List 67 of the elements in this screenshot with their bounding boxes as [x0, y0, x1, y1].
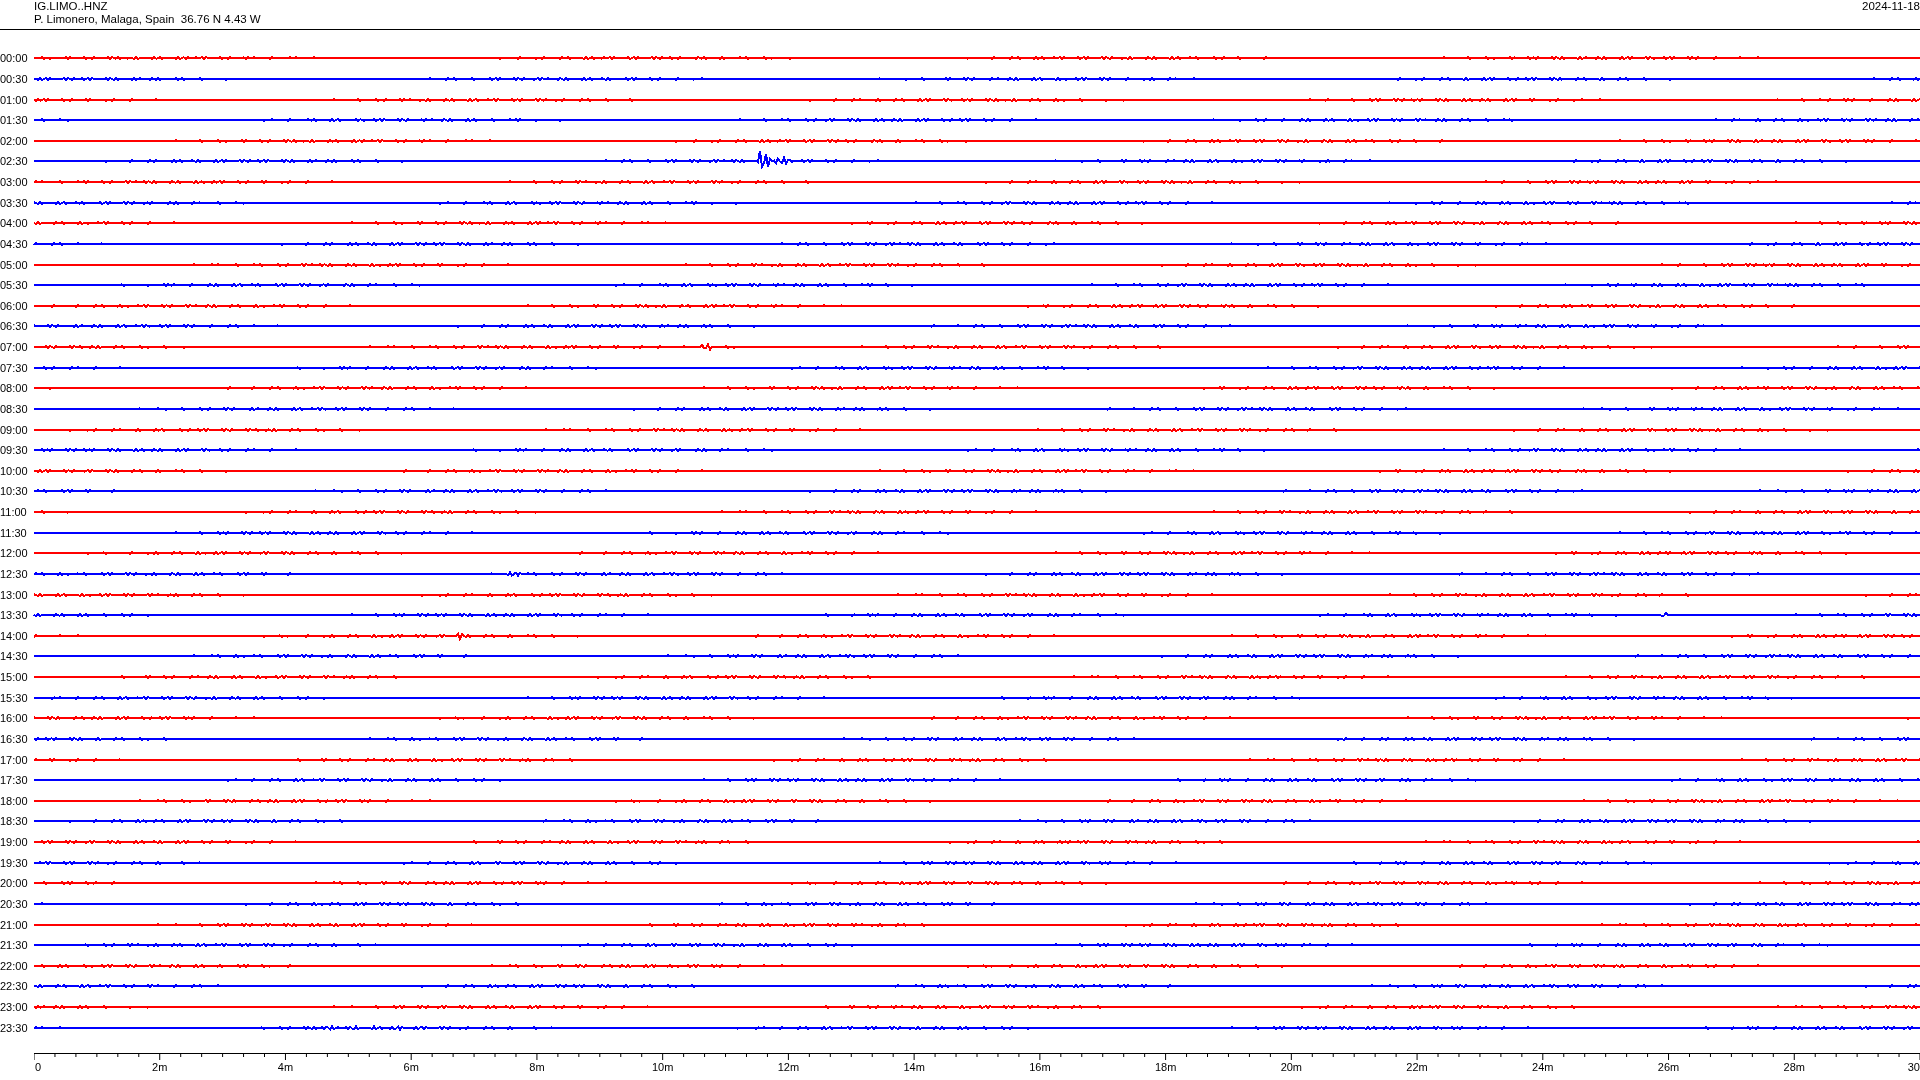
time-label: 15:30	[0, 691, 29, 704]
station-location: P. Limonero, Malaga, Spain 36.76 N 4.43 W	[34, 13, 261, 26]
time-label: 23:30	[0, 1021, 29, 1034]
axis-label: 18m	[1154, 1061, 1177, 1073]
axis-label: 14m	[903, 1061, 925, 1073]
axis-label: 20m	[1280, 1061, 1303, 1073]
time-label: 02:30	[0, 155, 29, 168]
time-label: 15:00	[0, 671, 29, 684]
time-label: 04:00	[0, 217, 29, 230]
time-label: 22:00	[0, 959, 29, 972]
axis-label: 16m	[1029, 1061, 1051, 1073]
time-label: 09:30	[0, 444, 29, 457]
time-label: 09:00	[0, 423, 29, 436]
axis-label: 30	[1907, 1061, 1920, 1073]
time-label: 10:30	[0, 485, 29, 498]
time-label: 03:00	[0, 176, 29, 189]
time-label: 18:30	[0, 815, 29, 828]
axis-label: 4m	[277, 1061, 294, 1073]
time-label: 23:00	[0, 1001, 29, 1014]
axis-label: 12m	[777, 1061, 800, 1073]
time-label: 01:00	[0, 93, 29, 106]
axis-label: 26m	[1657, 1061, 1680, 1073]
time-label: 05:00	[0, 258, 29, 271]
time-label: 00:00	[0, 52, 29, 65]
axis-label: 6m	[403, 1061, 419, 1073]
time-label: 17:00	[0, 753, 29, 766]
time-label: 07:00	[0, 341, 29, 354]
time-label: 06:30	[0, 320, 29, 333]
axis-label: 24m	[1532, 1061, 1554, 1073]
axis-label: 10m	[651, 1061, 674, 1073]
time-label: 20:00	[0, 877, 29, 890]
time-label: 19:00	[0, 836, 29, 849]
time-label: 17:30	[0, 774, 29, 787]
time-label: 10:00	[0, 464, 29, 477]
time-label: 05:30	[0, 279, 29, 292]
date-label: 2024-11-18	[1862, 0, 1920, 13]
time-label: 02:00	[0, 134, 29, 147]
time-label: 21:30	[0, 939, 29, 952]
time-label: 00:30	[0, 72, 29, 85]
time-label: 14:00	[0, 629, 29, 642]
time-label: 08:30	[0, 402, 29, 415]
time-label: 12:30	[0, 567, 29, 580]
time-label: 14:30	[0, 650, 29, 663]
axis-label: 28m	[1783, 1061, 1805, 1073]
time-label: 08:00	[0, 382, 29, 395]
time-label: 01:30	[0, 114, 29, 127]
axis-label: 8m	[529, 1061, 545, 1073]
time-label: 21:00	[0, 918, 29, 931]
time-label: 03:30	[0, 196, 29, 209]
time-label: 04:30	[0, 237, 29, 250]
time-label: 16:00	[0, 712, 29, 725]
time-label: 20:30	[0, 897, 29, 910]
time-label: 11:00	[0, 506, 28, 519]
time-label: 19:30	[0, 856, 29, 869]
axis-label: 22m	[1406, 1061, 1428, 1073]
station-code: IG.LIMO..HNZ	[34, 0, 109, 13]
time-label: 22:30	[0, 980, 29, 993]
axis-label: 0	[34, 1061, 42, 1073]
time-label: 13:30	[0, 609, 29, 622]
time-label: 11:30	[0, 526, 28, 539]
time-label: 06:00	[0, 299, 29, 312]
time-label: 12:00	[0, 547, 29, 560]
time-label: 18:00	[0, 794, 29, 807]
time-label: 16:30	[0, 732, 29, 745]
time-label: 07:30	[0, 361, 29, 374]
time-label: 13:00	[0, 588, 29, 601]
axis-label: 2m	[152, 1061, 168, 1073]
